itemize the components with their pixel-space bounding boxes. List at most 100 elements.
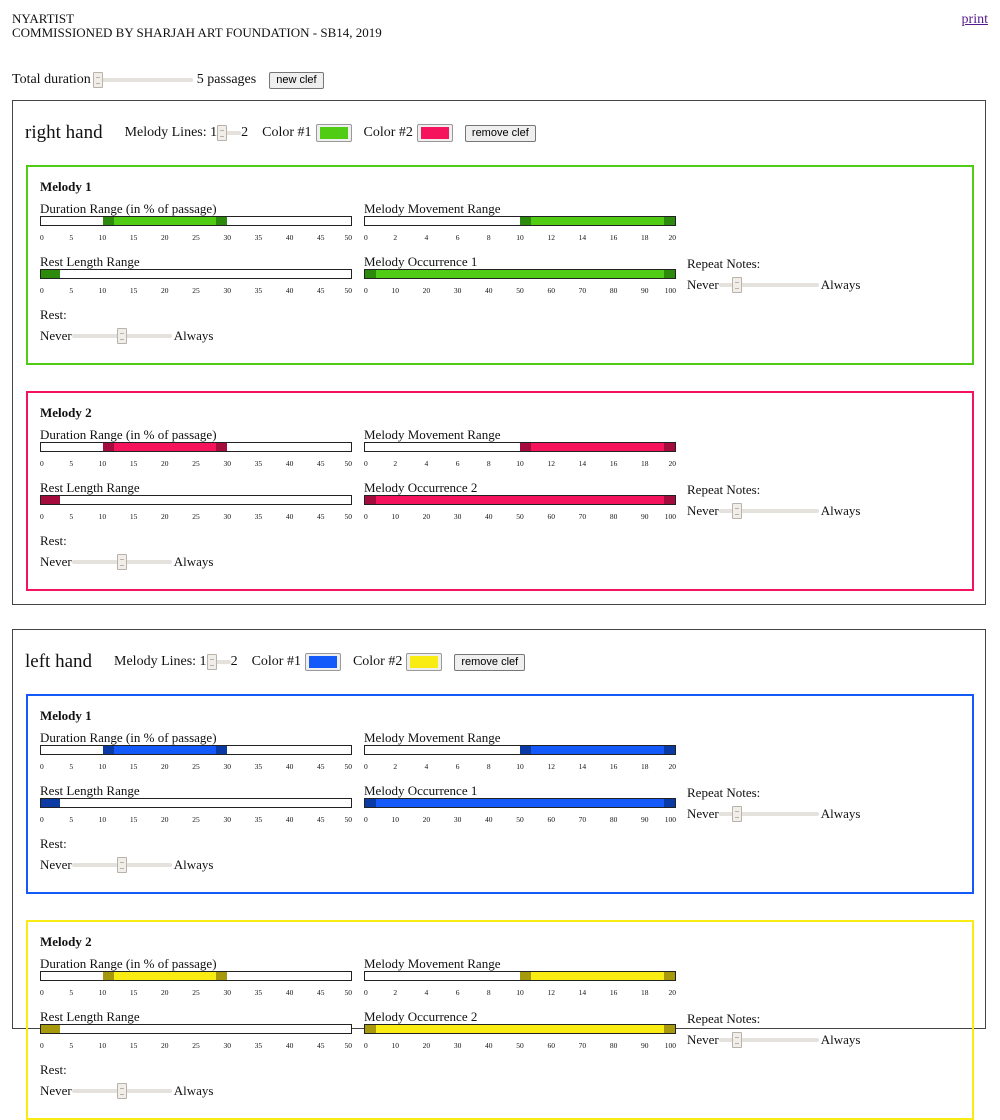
- slider-thumb[interactable]: [116, 857, 127, 873]
- repeat-notes-slider[interactable]: [718, 277, 819, 293]
- range-max-handle[interactable]: [664, 799, 675, 807]
- tick-label: 4: [424, 988, 429, 997]
- range-min-handle[interactable]: [520, 746, 531, 754]
- slider-thumb[interactable]: [732, 277, 743, 293]
- color2-picker[interactable]: [406, 653, 443, 671]
- duration-range-slider[interactable]: [40, 971, 352, 981]
- movement-range-slider[interactable]: [364, 745, 676, 755]
- range-max-handle[interactable]: [216, 443, 227, 451]
- range-tick-labels: 0 5 10 15 20 25 30 35 40 45 50: [40, 762, 352, 772]
- rest-control: Never Always: [40, 554, 213, 570]
- range-min-handle[interactable]: [365, 496, 376, 504]
- new-clef-button[interactable]: new clef: [269, 71, 324, 89]
- slider-thumb[interactable]: [732, 806, 743, 822]
- tick-label: 40: [285, 762, 294, 771]
- range-max-handle[interactable]: [664, 270, 675, 278]
- rest-length-range-slider[interactable]: [40, 798, 352, 808]
- rest-length-range-slider[interactable]: [40, 269, 352, 279]
- range-max-handle[interactable]: [664, 1025, 675, 1033]
- range-min-handle[interactable]: [103, 746, 114, 754]
- range-max-handle[interactable]: [48, 799, 60, 807]
- tick-label: 30: [453, 512, 462, 521]
- tick-label: 8: [486, 459, 491, 468]
- slider-thumb[interactable]: [217, 125, 228, 141]
- slider-thumb[interactable]: [116, 554, 127, 570]
- range-min-handle[interactable]: [103, 972, 114, 980]
- range-max-handle[interactable]: [664, 443, 675, 451]
- range-max-handle[interactable]: [664, 746, 675, 754]
- rest-slider[interactable]: [71, 328, 172, 344]
- tick-label: 50: [516, 815, 524, 824]
- always-label: Always: [820, 277, 861, 292]
- slider-thumb[interactable]: [206, 654, 217, 670]
- range-fill: [520, 217, 675, 225]
- slider-thumb[interactable]: [116, 328, 127, 344]
- tick-label: 10: [516, 459, 524, 468]
- occurrence-range-slider[interactable]: [364, 1024, 676, 1034]
- total-duration-slider[interactable]: [92, 72, 193, 88]
- melody-lines-slider[interactable]: [206, 654, 231, 670]
- duration-range-slider[interactable]: [40, 216, 352, 226]
- remove-clef-button[interactable]: remove clef: [464, 124, 536, 142]
- range-min-handle[interactable]: [365, 270, 376, 278]
- repeat-notes-label: Repeat Notes:: [687, 256, 761, 271]
- repeat-notes-slider[interactable]: [718, 1032, 819, 1048]
- clef-title: left hand: [25, 651, 93, 672]
- rest-length-range-slider[interactable]: [40, 495, 352, 505]
- color2-picker[interactable]: [416, 124, 453, 142]
- tick-label: 20: [668, 762, 677, 771]
- slider-thumb[interactable]: [732, 503, 743, 519]
- print-link[interactable]: print: [962, 12, 988, 28]
- range-max-handle[interactable]: [664, 972, 675, 980]
- rest-slider[interactable]: [71, 1083, 172, 1099]
- range-max-handle[interactable]: [48, 496, 60, 504]
- range-max-handle[interactable]: [48, 270, 60, 278]
- tick-label: 14: [578, 233, 587, 242]
- tick-label: 10: [98, 1041, 107, 1050]
- range-min-handle[interactable]: [520, 972, 531, 980]
- melody-lines-slider[interactable]: [217, 125, 242, 141]
- rest-slider[interactable]: [71, 857, 172, 873]
- range-min-handle[interactable]: [103, 217, 114, 225]
- tick-label: 10: [98, 988, 107, 997]
- range-fill: [365, 496, 675, 504]
- range-min-handle[interactable]: [365, 799, 376, 807]
- movement-range-slider[interactable]: [364, 971, 676, 981]
- tick-label: 8: [486, 988, 491, 997]
- tick-label: 90: [641, 512, 649, 521]
- repeat-notes-slider[interactable]: [718, 806, 819, 822]
- range-max-handle[interactable]: [664, 496, 675, 504]
- slider-thumb[interactable]: [116, 1083, 127, 1099]
- range-max-handle[interactable]: [664, 217, 675, 225]
- slider-thumb[interactable]: [732, 1032, 743, 1048]
- range-min-handle[interactable]: [520, 217, 531, 225]
- movement-range-slider[interactable]: [364, 442, 676, 452]
- range-max-handle[interactable]: [48, 1025, 60, 1033]
- range-min-handle[interactable]: [520, 443, 531, 451]
- color1-picker[interactable]: [304, 653, 341, 671]
- occurrence-range-slider[interactable]: [364, 269, 676, 279]
- occurrence-range-slider[interactable]: [364, 798, 676, 808]
- duration-range-slider[interactable]: [40, 745, 352, 755]
- melody-title: Melody 2: [40, 405, 92, 420]
- rest-length-range-slider[interactable]: [40, 1024, 352, 1034]
- range-max-handle[interactable]: [216, 972, 227, 980]
- range-max-handle[interactable]: [216, 217, 227, 225]
- range-fill: [520, 746, 675, 754]
- repeat-notes-label: Repeat Notes:: [687, 785, 761, 800]
- duration-range-slider[interactable]: [40, 442, 352, 452]
- remove-clef-button[interactable]: remove clef: [454, 653, 526, 671]
- movement-range-slider[interactable]: [364, 216, 676, 226]
- range-fill: [365, 1025, 675, 1033]
- rest-slider[interactable]: [71, 554, 172, 570]
- repeat-notes-slider[interactable]: [718, 503, 819, 519]
- color1-picker[interactable]: [315, 124, 352, 142]
- occurrence-range-slider[interactable]: [364, 495, 676, 505]
- tick-label: 20: [422, 512, 431, 521]
- tick-label: 10: [98, 459, 107, 468]
- range-max-handle[interactable]: [216, 746, 227, 754]
- slider-thumb[interactable]: [92, 72, 103, 88]
- range-min-handle[interactable]: [103, 443, 114, 451]
- tick-label: 25: [192, 459, 200, 468]
- range-min-handle[interactable]: [365, 1025, 376, 1033]
